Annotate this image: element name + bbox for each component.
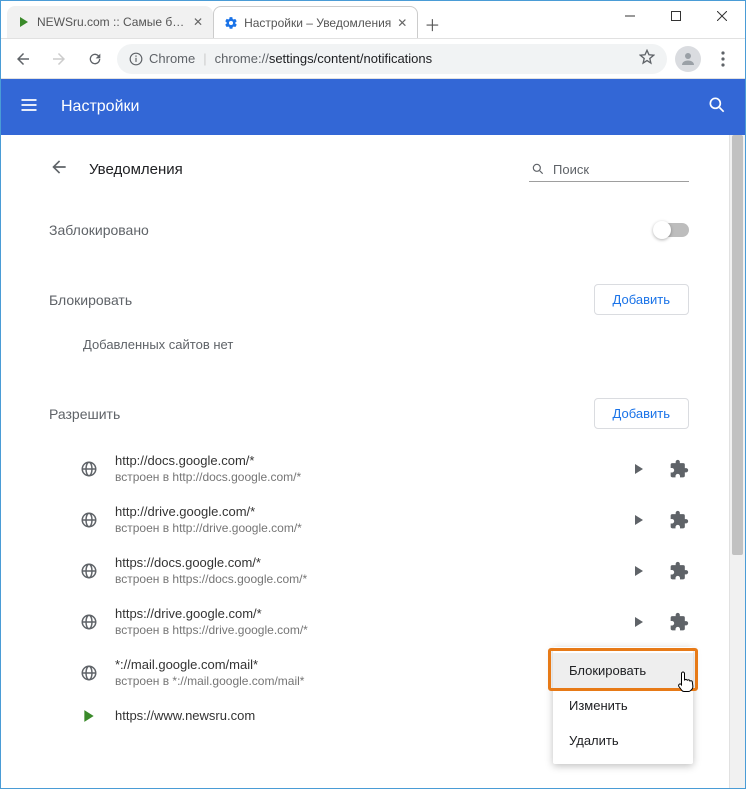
window-controls bbox=[607, 1, 745, 31]
site-sub: встроен в https://drive.google.com/* bbox=[115, 623, 613, 637]
site-actions bbox=[629, 510, 689, 530]
tab-settings[interactable]: Настройки – Уведомления ✕ bbox=[213, 6, 418, 38]
context-menu: Блокировать Изменить Удалить bbox=[553, 647, 693, 764]
secure-label: Chrome bbox=[149, 51, 195, 66]
site-actions bbox=[629, 612, 689, 632]
search-icon[interactable] bbox=[707, 95, 727, 120]
globe-icon bbox=[79, 460, 99, 478]
extension-icon[interactable] bbox=[669, 459, 689, 479]
site-actions bbox=[629, 459, 689, 479]
address-bar[interactable]: Chrome | chrome://settings/content/notif… bbox=[117, 44, 667, 74]
profile-avatar[interactable] bbox=[675, 46, 701, 72]
tab-strip: NEWSru.com :: Самые быстрые ✕ Настройки … bbox=[1, 1, 446, 38]
search-placeholder: Поиск bbox=[553, 162, 589, 177]
close-icon[interactable]: ✕ bbox=[193, 15, 203, 29]
site-info-icon[interactable]: Chrome bbox=[129, 51, 195, 66]
site-url: http://drive.google.com/* bbox=[115, 504, 613, 519]
back-arrow-icon[interactable] bbox=[49, 157, 69, 182]
site-row[interactable]: http://docs.google.com/* встроен в http:… bbox=[79, 443, 689, 494]
new-tab-button[interactable]: ＋ bbox=[418, 10, 446, 38]
site-sub: встроен в *://mail.google.com/mail* bbox=[115, 674, 613, 688]
blocked-toggle[interactable] bbox=[655, 223, 689, 237]
close-icon[interactable]: ✕ bbox=[397, 16, 407, 30]
extension-icon[interactable] bbox=[669, 612, 689, 632]
titlebar: NEWSru.com :: Самые быстрые ✕ Настройки … bbox=[1, 1, 745, 39]
context-item-delete[interactable]: Удалить bbox=[553, 723, 693, 758]
site-favicon bbox=[79, 709, 99, 723]
scrollbar-thumb[interactable] bbox=[732, 135, 743, 555]
blocked-label: Заблокировано bbox=[49, 222, 149, 238]
back-button[interactable] bbox=[9, 45, 37, 73]
site-sub: встроен в http://docs.google.com/* bbox=[115, 470, 613, 484]
content-search-input[interactable]: Поиск bbox=[529, 158, 689, 182]
close-window-button[interactable] bbox=[699, 1, 745, 31]
context-item-block[interactable]: Блокировать bbox=[553, 653, 693, 688]
chrome-menu-button[interactable] bbox=[709, 51, 737, 67]
details-arrow-icon[interactable] bbox=[629, 617, 649, 627]
tab-newsru[interactable]: NEWSru.com :: Самые быстрые ✕ bbox=[7, 6, 213, 38]
settings-title: Настройки bbox=[61, 98, 139, 116]
maximize-button[interactable] bbox=[653, 1, 699, 31]
globe-icon bbox=[79, 562, 99, 580]
site-actions bbox=[629, 561, 689, 581]
details-arrow-icon[interactable] bbox=[629, 464, 649, 474]
globe-icon bbox=[79, 613, 99, 631]
tab-label: NEWSru.com :: Самые быстрые bbox=[37, 15, 187, 29]
extension-icon[interactable] bbox=[669, 510, 689, 530]
globe-icon bbox=[79, 664, 99, 682]
page-title: Уведомления bbox=[89, 161, 183, 178]
site-row[interactable]: http://drive.google.com/* встроен в http… bbox=[79, 494, 689, 545]
site-url: http://docs.google.com/* bbox=[115, 453, 613, 468]
extension-icon[interactable] bbox=[669, 561, 689, 581]
block-section-title: Блокировать bbox=[49, 292, 132, 308]
tab-label: Настройки – Уведомления bbox=[244, 16, 391, 30]
site-row[interactable]: https://drive.google.com/* встроен в htt… bbox=[79, 596, 689, 647]
block-empty-text: Добавленных сайтов нет bbox=[83, 337, 689, 352]
minimize-button[interactable] bbox=[607, 1, 653, 31]
details-arrow-icon[interactable] bbox=[629, 515, 649, 525]
site-sub: встроен в http://drive.google.com/* bbox=[115, 521, 613, 535]
scrollbar[interactable] bbox=[729, 135, 745, 788]
favicon-settings bbox=[224, 16, 238, 30]
bookmark-star-icon[interactable] bbox=[639, 49, 655, 68]
allow-section-title: Разрешить bbox=[49, 406, 120, 422]
menu-icon[interactable] bbox=[19, 95, 39, 120]
site-sub: встроен в https://docs.google.com/* bbox=[115, 572, 613, 586]
site-url: https://drive.google.com/* bbox=[115, 606, 613, 621]
site-row[interactable]: https://docs.google.com/* встроен в http… bbox=[79, 545, 689, 596]
add-allow-button[interactable]: Добавить bbox=[594, 398, 689, 429]
browser-toolbar: Chrome | chrome://settings/content/notif… bbox=[1, 39, 745, 79]
forward-button[interactable] bbox=[45, 45, 73, 73]
context-item-edit[interactable]: Изменить bbox=[553, 688, 693, 723]
globe-icon bbox=[79, 511, 99, 529]
favicon-newsru bbox=[17, 15, 31, 29]
reload-button[interactable] bbox=[81, 45, 109, 73]
url-text: chrome://settings/content/notifications bbox=[215, 51, 433, 66]
details-arrow-icon[interactable] bbox=[629, 566, 649, 576]
site-url: https://docs.google.com/* bbox=[115, 555, 613, 570]
settings-header: Настройки bbox=[1, 79, 745, 135]
add-block-button[interactable]: Добавить bbox=[594, 284, 689, 315]
site-url: *://mail.google.com/mail* bbox=[115, 657, 613, 672]
